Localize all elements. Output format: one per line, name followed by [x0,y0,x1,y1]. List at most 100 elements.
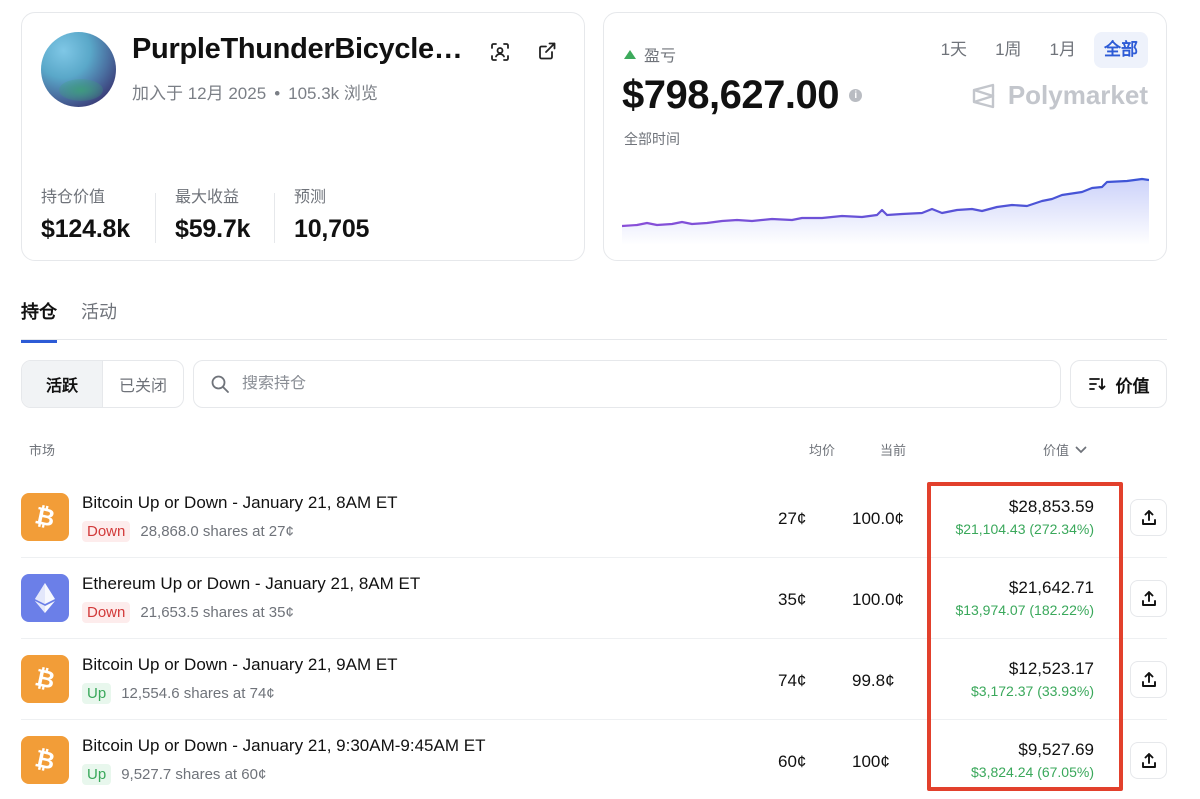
position-detail: Down 28,868.0 shares at 27¢ [82,521,294,542]
side-badge: Down [82,521,131,542]
table-row[interactable]: Ethereum Up or Down - January 21, 8AM ET… [21,562,1167,643]
range-tab-all[interactable]: 全部 [1094,32,1148,68]
bitcoin-icon: ₿ [21,493,69,541]
svg-text:₿: ₿ [33,665,57,693]
range-tabs: 1天 1周 1月 全部 [931,32,1148,68]
current-price: 100.0¢ [852,590,904,609]
share-icon [1141,509,1156,525]
position-pnl: $3,172.37 (33.93%) [971,683,1094,699]
share-button[interactable] [1130,661,1167,698]
sort-button[interactable]: 价值 [1070,360,1167,408]
market-title[interactable]: Bitcoin Up or Down - January 21, 9:30AM-… [82,736,485,756]
header-value[interactable]: 价值 [1043,440,1087,459]
scan-icon[interactable] [487,39,513,65]
bitcoin-icon: ₿ [21,655,69,703]
range-tab-1d[interactable]: 1天 [931,32,977,68]
sort-label: 价值 [1115,376,1150,396]
stat-divider [155,193,156,243]
filter-active[interactable]: 活跃 [22,361,103,407]
view-count: 105.3k 浏览 [288,84,378,103]
stat-label: 持仓价值 [41,189,106,206]
market-title[interactable]: Bitcoin Up or Down - January 21, 8AM ET [82,493,398,513]
header-current[interactable]: 当前 [880,440,906,459]
position-pnl: $21,104.43 (272.34%) [955,521,1094,537]
profile-meta: 加入于 12月 2025 • 105.3k 浏览 [132,84,378,103]
info-icon[interactable]: i [848,89,862,102]
shares-text: 21,653.5 shares at 35¢ [140,604,294,621]
stat-label: 预测 [294,189,327,206]
stat-label: 最大收益 [175,189,240,206]
pnl-card: 盈亏 1天 1周 1月 全部 $798,627.00 i Polymarket … [603,12,1167,261]
polymarket-logo-icon [972,83,995,108]
search-input[interactable] [242,375,1022,393]
search-icon [211,375,229,393]
share-button[interactable] [1130,580,1167,617]
pnl-label: 盈亏 [624,42,676,66]
stat-divider [274,193,275,243]
pnl-amount: $798,627.00 [622,73,839,117]
share-button[interactable] [1130,742,1167,779]
tab-positions[interactable]: 持仓 [21,298,57,343]
profile-username: PurpleThunderBicycle… [132,33,463,65]
header-market[interactable]: 市场 [29,440,55,459]
share-button[interactable] [1130,499,1167,536]
side-badge: Up [82,683,112,704]
stat-positions-value: 持仓价值 $124.8k [41,183,130,244]
tab-activity[interactable]: 活动 [81,298,117,343]
position-detail: Up 12,554.6 shares at 74¢ [82,683,275,704]
range-tab-1m[interactable]: 1月 [1040,32,1086,68]
avg-price: 60¢ [778,752,807,771]
table-row[interactable]: ₿ Bitcoin Up or Down - January 21, 9:30A… [21,724,1167,799]
joined-date: 加入于 12月 2025 [132,84,267,103]
range-tab-1w[interactable]: 1周 [985,32,1031,68]
pnl-value: $798,627.00 i [622,73,862,118]
header-value-label: 价值 [1043,443,1070,458]
filter-closed[interactable]: 已关闭 [103,361,183,407]
svg-text:₿: ₿ [33,503,57,531]
range-caption: 全部时间 [624,131,680,147]
header-avg[interactable]: 均价 [809,440,835,459]
stat-value: 10,705 [294,215,370,243]
external-link-icon[interactable] [534,38,560,64]
row-divider [21,719,1167,720]
position-value: $12,523.17 [1008,659,1094,678]
pnl-chart [622,177,1149,245]
table-row[interactable]: ₿ Bitcoin Up or Down - January 21, 9AM E… [21,643,1167,724]
stat-value: $124.8k [41,215,130,243]
pnl-label-text: 盈亏 [644,48,677,65]
brand-name: Polymarket [1007,80,1148,110]
row-divider [21,638,1167,639]
shares-text: 28,868.0 shares at 27¢ [140,523,294,540]
avatar[interactable] [41,32,116,107]
stat-value: $59.7k [175,215,251,243]
position-value: $21,642.71 [1008,578,1094,597]
share-icon [1141,671,1156,687]
current-price: 99.8¢ [852,671,895,690]
stat-biggest-win: 最大收益 $59.7k [175,183,250,244]
search-box [193,360,1061,408]
share-icon [1141,590,1156,606]
main-tabs: 持仓 活动 [21,298,117,343]
side-badge: Up [82,764,112,785]
market-title[interactable]: Ethereum Up or Down - January 21, 8AM ET [82,574,420,594]
avg-price: 74¢ [778,671,807,690]
current-price: 100.0¢ [852,509,904,528]
shares-text: 12,554.6 shares at 74¢ [121,685,275,702]
share-icon [1141,752,1156,768]
position-pnl: $13,974.07 (182.22%) [955,602,1094,618]
stat-predictions: 预测 10,705 [294,183,369,244]
row-divider [21,557,1167,558]
position-pnl: $3,824.24 (67.05%) [971,764,1094,780]
position-detail: Up 9,527.7 shares at 60¢ [82,764,266,785]
triangle-up-icon [624,49,636,59]
market-title[interactable]: Bitcoin Up or Down - January 21, 9AM ET [82,655,398,675]
ethereum-icon [21,574,69,622]
tabs-divider [21,339,1167,340]
position-value: $28,853.59 [1008,497,1094,516]
position-detail: Down 21,653.5 shares at 35¢ [82,602,294,623]
status-filter: 活跃 已关闭 [21,360,184,408]
table-row[interactable]: ₿ Bitcoin Up or Down - January 21, 8AM E… [21,481,1167,562]
avg-price: 27¢ [778,509,807,528]
side-badge: Down [82,602,131,623]
svg-text:₿: ₿ [33,746,57,774]
